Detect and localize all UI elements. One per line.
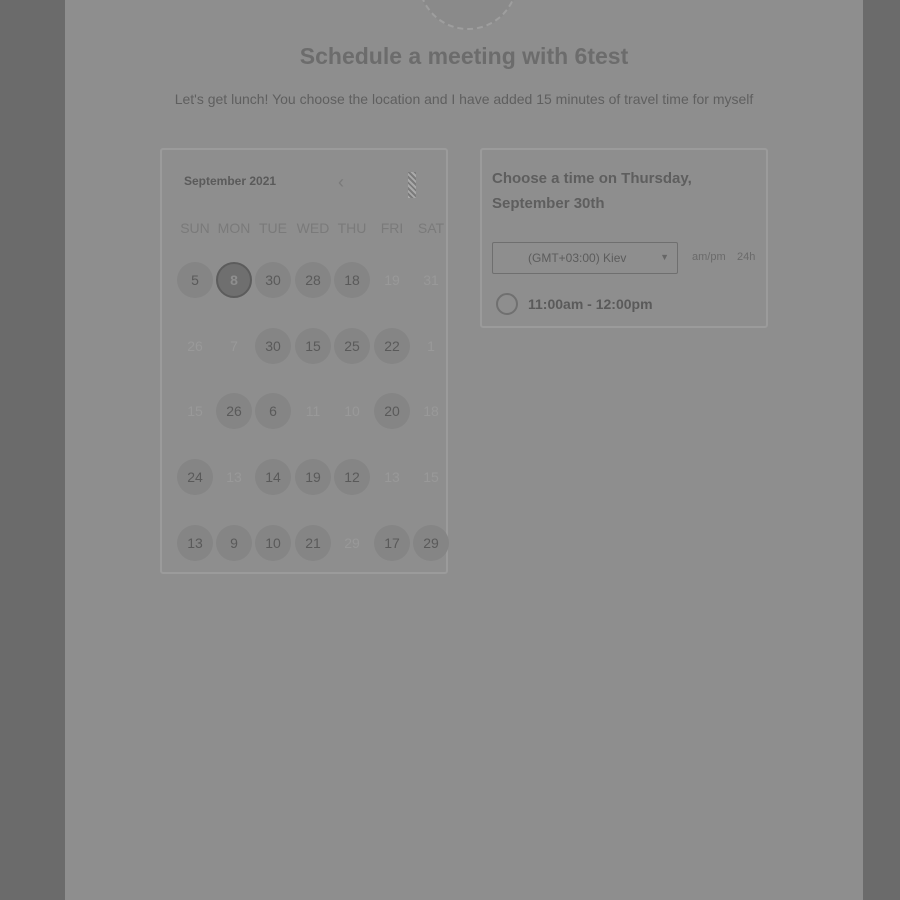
previous-month-icon[interactable]: ‹	[338, 172, 344, 193]
time-slot-label: 11:00am - 12:00pm	[528, 296, 653, 312]
calendar-day[interactable]: 29	[413, 525, 449, 561]
calendar-day-selected[interactable]: 8	[216, 262, 252, 298]
calendar-day[interactable]: 14	[255, 459, 291, 495]
format-12h-toggle[interactable]: am/pm	[692, 251, 726, 263]
calendar-day[interactable]: 30	[255, 328, 291, 364]
timezone-select[interactable]: (GMT+03:00) Kiev ▼	[492, 242, 678, 274]
calendar-day[interactable]: 24	[177, 459, 213, 495]
time-slot[interactable]: 11:00am - 12:00pm	[488, 286, 758, 322]
calendar-day[interactable]: 20	[374, 393, 410, 429]
calendar-day: 15	[423, 469, 439, 485]
weekday-label: THU	[337, 220, 367, 236]
calendar-day[interactable]: 22	[374, 328, 410, 364]
format-24h-toggle[interactable]: 24h	[737, 251, 755, 263]
calendar-day[interactable]: 28	[295, 262, 331, 298]
time-picker-heading: Choose a time on Thursday, September 30t…	[492, 170, 692, 212]
calendar-day: 7	[230, 338, 238, 354]
calendar-day: 26	[187, 338, 203, 354]
calendar-day: 10	[344, 403, 360, 419]
calendar-day[interactable]: 21	[295, 525, 331, 561]
time-picker-card: Choose a time on Thursday, September 30t…	[480, 148, 768, 328]
calendar-day[interactable]: 9	[216, 525, 252, 561]
calendar-day[interactable]: 5	[177, 262, 213, 298]
weekday-label: SAT	[417, 220, 445, 236]
weekday-label: SUN	[180, 220, 210, 236]
calendar-day[interactable]: 26	[216, 393, 252, 429]
calendar-day[interactable]: 25	[334, 328, 370, 364]
calendar-day[interactable]: 10	[255, 525, 291, 561]
calendar-day[interactable]: 30	[255, 262, 291, 298]
calendar-card: September 2021 ‹ SUN MON TUE WED THU FRI SAT 5…	[160, 148, 449, 574]
page-title: Schedule a meeting with 6test	[299, 43, 629, 69]
calendar-day: 13	[226, 469, 242, 485]
chevron-down-icon: ▼	[660, 252, 669, 262]
next-month-icon[interactable]	[404, 168, 420, 202]
calendar-day[interactable]: 18	[334, 262, 370, 298]
weekday-label: WED	[296, 220, 330, 236]
calendar-month-label: September 2021	[184, 174, 277, 188]
page-subtitle: Let's get lunch! You choose the location…	[174, 91, 754, 107]
calendar-day[interactable]: 15	[295, 328, 331, 364]
calendar-day[interactable]: 6	[255, 393, 291, 429]
radio-icon	[496, 293, 518, 315]
calendar-day[interactable]: 19	[295, 459, 331, 495]
weekday-label: MON	[217, 220, 251, 236]
timezone-value: (GMT+03:00) Kiev	[528, 251, 627, 265]
calendar-day[interactable]: 17	[374, 525, 410, 561]
calendar-day: 18	[423, 403, 439, 419]
calendar-day: 11	[305, 403, 321, 419]
weekday-label: FRI	[380, 220, 404, 236]
calendar-day: 19	[384, 272, 400, 288]
calendar-day: 1	[427, 338, 435, 354]
calendar-day[interactable]: 13	[177, 525, 213, 561]
calendar-day: 15	[187, 403, 203, 419]
calendar-day: 13	[384, 469, 400, 485]
calendar-day: 31	[423, 272, 439, 288]
calendar-day[interactable]: 12	[334, 459, 370, 495]
calendar-day: 29	[344, 535, 360, 551]
weekday-label: TUE	[259, 220, 287, 236]
